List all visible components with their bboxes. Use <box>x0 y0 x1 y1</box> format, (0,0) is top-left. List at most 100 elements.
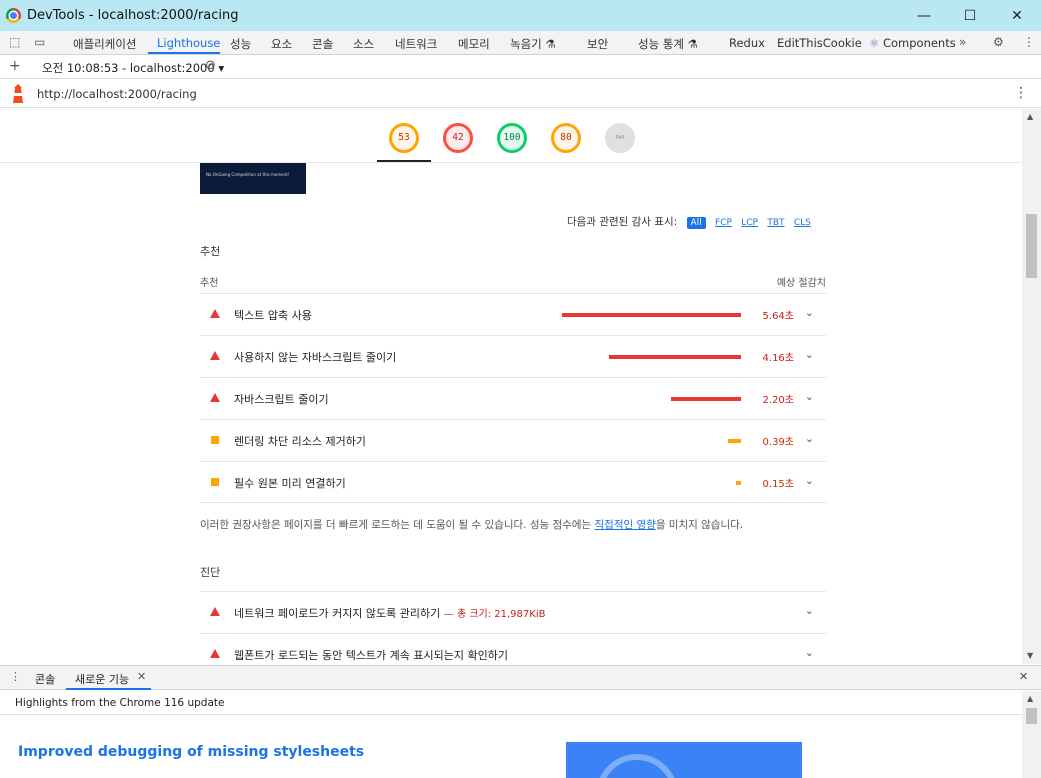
filter-fcp[interactable]: FCP <box>715 218 732 228</box>
drawer-menu-icon[interactable]: ⋮ <box>10 670 21 683</box>
tab-components-label: Components <box>882 36 956 50</box>
diagnostic-title: 네트워크 페이로드가 커지지 않도록 관리하기 <box>234 607 441 620</box>
diagnostic-label: 웹폰트가 로드되는 동안 텍스트가 계속 표시되는지 확인하기 <box>234 649 508 662</box>
drawer-active-tab-indicator <box>66 688 151 690</box>
recommendation-label: 필수 원본 미리 연결하기 <box>234 477 346 490</box>
whats-new-header: Highlights from the Chrome 116 update <box>0 691 1022 715</box>
drawer-scrollbar[interactable]: ▲ <box>1022 691 1041 778</box>
scroll-down-icon[interactable]: ▼ <box>1027 651 1033 660</box>
chevron-down-icon[interactable]: ⌄ <box>805 432 814 445</box>
tab-security[interactable]: 보안 <box>587 36 608 52</box>
recommendations-note: 이러한 권장사항은 페이지를 더 빠르게 로드하는 데 도움이 될 수 있습니다… <box>200 517 743 532</box>
report-url-bar: http://localhost:2000/racing ⋮ <box>0 80 1041 108</box>
recommendation-row[interactable]: 자바스크립트 줄이기 2.20초 ⌄ <box>200 377 826 419</box>
savings-value: 5.64초 <box>762 311 794 322</box>
filter-lcp[interactable]: LCP <box>741 218 758 228</box>
settings-gear-icon[interactable]: ⚙ <box>993 35 1004 49</box>
new-report-plus-icon[interactable]: + <box>9 58 21 74</box>
gauge-performance[interactable]: 53 <box>389 123 419 153</box>
report-scrollbar[interactable]: ▲ ▼ <box>1022 109 1041 664</box>
tab-memory[interactable]: 메모리 <box>458 36 490 52</box>
diagnostics-heading: 진단 <box>200 566 221 579</box>
window-title: DevTools - localhost:2000/racing <box>27 8 239 23</box>
gauge-seo[interactable]: 80 <box>551 123 581 153</box>
column-left-label: 추천 <box>200 278 219 289</box>
score-gauges: 53 42 100 80 PWA <box>0 109 1022 163</box>
close-tab-icon[interactable]: ✕ <box>137 670 146 683</box>
maximize-icon[interactable]: ☐ <box>958 6 982 26</box>
chevron-down-icon[interactable]: ⌄ <box>805 474 814 487</box>
tab-application[interactable]: 애플리케이션 <box>73 36 136 52</box>
note-link[interactable]: 직접적인 영향 <box>595 519 656 531</box>
tab-sources[interactable]: 소스 <box>353 36 374 52</box>
recommendation-row[interactable]: 렌더링 차단 리소스 제거하기 0.39초 ⌄ <box>200 419 826 461</box>
chevron-down-icon[interactable]: ⌄ <box>805 604 814 617</box>
whats-new-title: Highlights from the Chrome 116 update <box>15 697 225 709</box>
close-window-icon[interactable]: ✕ <box>1005 6 1029 26</box>
diagnostic-row[interactable]: 네트워크 페이로드가 커지지 않도록 관리하기 — 총 크기: 21,987Ki… <box>200 591 826 633</box>
tab-performance-insights[interactable]: 성능 통계 ⚗ <box>638 36 698 52</box>
tab-console[interactable]: 콘솔 <box>312 36 333 52</box>
tab-redux[interactable]: Redux <box>729 36 765 50</box>
chevron-down-icon[interactable]: ⌄ <box>805 348 814 361</box>
average-square-icon <box>211 436 219 444</box>
report-selector[interactable]: 오전 10:08:53 - localhost:2000 ▾ <box>42 60 224 76</box>
minimize-icon[interactable]: — <box>912 6 936 26</box>
react-icon: ⚛ <box>869 36 883 50</box>
diagnostic-label: 네트워크 페이로드가 커지지 않도록 관리하기 — 총 크기: 21,987Ki… <box>234 605 545 621</box>
recommendation-row[interactable]: 텍스트 압축 사용 5.64초 ⌄ <box>200 293 826 335</box>
window-titlebar: DevTools - localhost:2000/racing — ☐ ✕ <box>0 0 1041 31</box>
gauge-accessibility[interactable]: 42 <box>443 123 473 153</box>
scroll-up-icon[interactable]: ▲ <box>1027 112 1033 121</box>
lighthouse-logo-icon <box>13 84 23 103</box>
drawer-tabbar: ⋮ 콘솔 새로운 기능 ✕ ✕ <box>0 666 1041 690</box>
savings-bar <box>609 355 741 359</box>
recommendation-label: 자바스크립트 줄이기 <box>234 393 329 406</box>
fail-triangle-icon <box>210 309 220 318</box>
savings-bar <box>736 481 741 485</box>
recommendation-row[interactable]: 필수 원본 미리 연결하기 0.15초 ⌄ <box>200 461 826 503</box>
savings-value: 4.16초 <box>762 353 794 364</box>
tab-editthiscookie[interactable]: EditThisCookie <box>777 36 862 50</box>
more-options-icon[interactable]: ⋮ <box>1023 35 1035 49</box>
chevron-down-icon[interactable]: ⌄ <box>805 646 814 659</box>
savings-value: 0.15초 <box>762 479 794 490</box>
diagnostic-size: — 총 크기: 21,987KiB <box>443 609 546 620</box>
audit-filter: 다음과 관련된 감사 표시: All FCP LCP TBT CLS <box>567 214 811 229</box>
report-menu-icon[interactable]: ⋮ <box>1014 85 1028 101</box>
tab-components[interactable]: ⚛ Components <box>869 36 956 50</box>
column-right-label: 예상 절감치 <box>776 278 826 289</box>
filter-all[interactable]: All <box>686 217 706 229</box>
gauge-pwa[interactable]: PWA <box>605 123 635 153</box>
tab-lighthouse[interactable]: Lighthouse <box>157 36 220 50</box>
savings-bar <box>671 397 741 401</box>
report-content: No OnGoing Competition at this moment! 다… <box>0 163 1022 663</box>
chevron-down-icon[interactable]: ⌄ <box>805 390 814 403</box>
feature-heading[interactable]: Improved debugging of missing stylesheet… <box>18 744 364 760</box>
inspect-element-icon[interactable]: ⬚ <box>9 35 20 49</box>
drawer-panel: ⋮ 콘솔 새로운 기능 ✕ ✕ Highlights from the Chro… <box>0 665 1041 778</box>
recommendation-row[interactable]: 사용하지 않는 자바스크립트 줄이기 4.16초 ⌄ <box>200 335 826 377</box>
diagnostic-row[interactable]: 웹폰트가 로드되는 동안 텍스트가 계속 표시되는지 확인하기 ⌄ <box>200 633 826 663</box>
savings-value: 2.20초 <box>762 395 794 406</box>
tab-network[interactable]: 네트워크 <box>395 36 437 52</box>
report-url: http://localhost:2000/racing <box>37 87 197 101</box>
recommendation-label: 렌더링 차단 리소스 제거하기 <box>234 435 366 448</box>
tab-performance[interactable]: 성능 <box>230 36 251 52</box>
chrome-logo-icon <box>6 8 21 23</box>
drawer-tab-whats-new[interactable]: 새로운 기능 <box>75 671 129 687</box>
chevron-down-icon[interactable]: ⌄ <box>805 306 814 319</box>
filter-cls[interactable]: CLS <box>794 218 811 228</box>
close-drawer-icon[interactable]: ✕ <box>1019 670 1028 683</box>
tab-elements[interactable]: 요소 <box>271 36 292 52</box>
drawer-tab-console[interactable]: 콘솔 <box>35 671 55 687</box>
clear-block-icon[interactable]: ⊘ <box>205 58 216 73</box>
filter-tbt[interactable]: TBT <box>767 218 784 228</box>
scrollbar-thumb[interactable] <box>1026 214 1037 278</box>
drawer-scroll-up-icon[interactable]: ▲ <box>1027 694 1033 703</box>
drawer-scrollbar-thumb[interactable] <box>1026 708 1037 724</box>
gauge-best-practices[interactable]: 100 <box>497 123 527 153</box>
device-toolbar-icon[interactable]: ▭ <box>34 35 45 49</box>
tab-recorder[interactable]: 녹음기 ⚗ <box>510 36 556 52</box>
more-tabs-icon[interactable]: » <box>959 35 966 49</box>
